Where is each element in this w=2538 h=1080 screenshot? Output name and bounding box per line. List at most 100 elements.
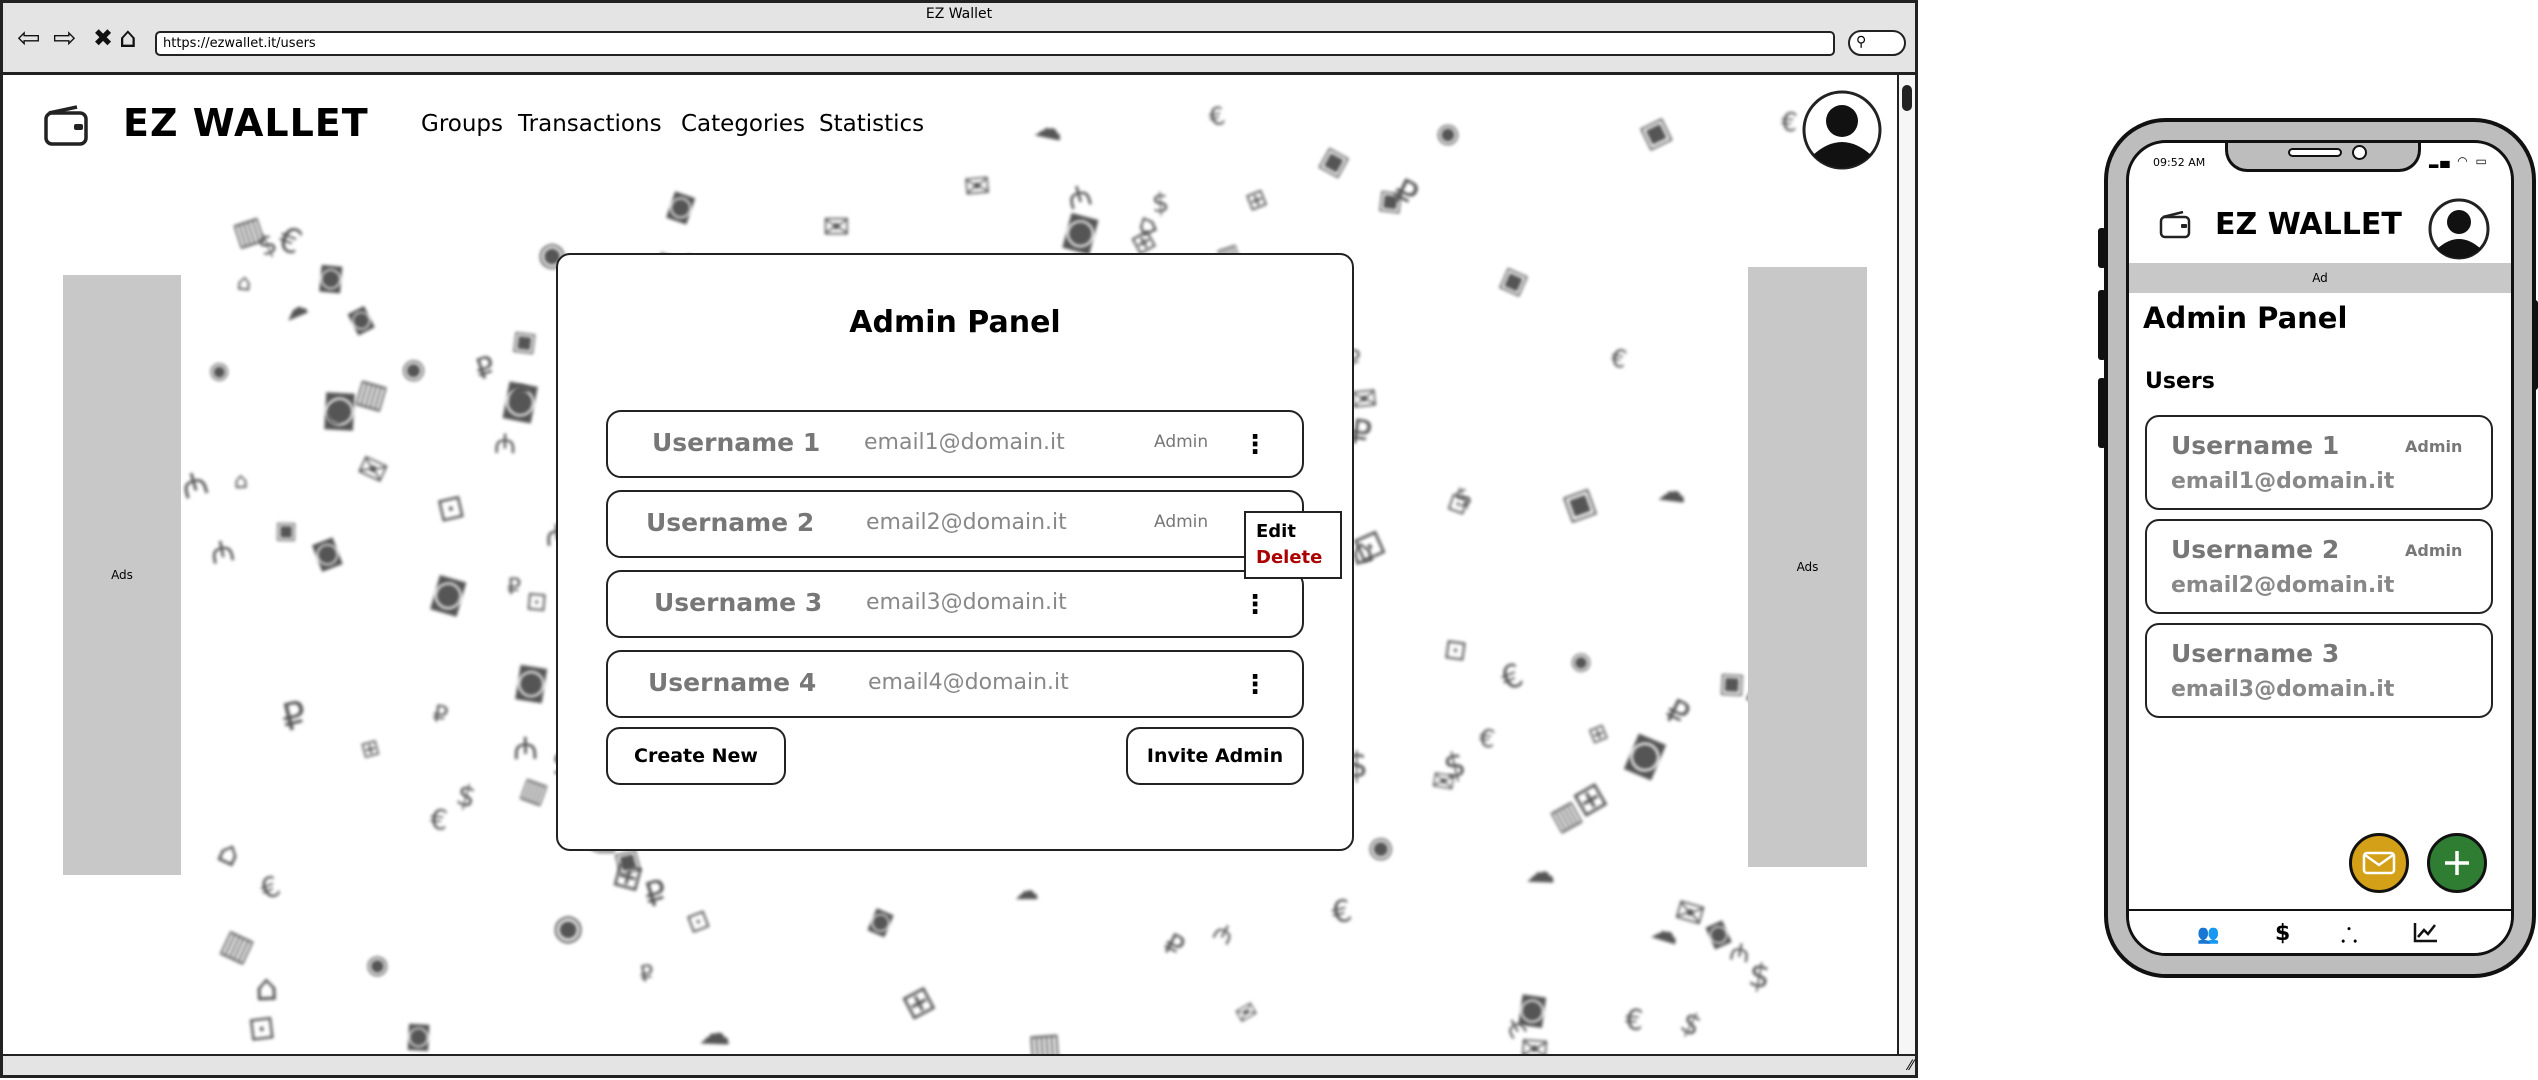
background-symbol-icon: ☁ (501, 369, 534, 405)
nav-statistics[interactable]: Statistics (819, 111, 924, 137)
scroll-thumb[interactable] (1902, 85, 1912, 111)
background-symbol-icon: $ (1675, 1004, 1708, 1044)
user-email: email1@domain.it (864, 430, 1065, 455)
mail-icon (2362, 851, 2396, 875)
user-card[interactable]: Username 3 email3@domain.it (2145, 623, 2493, 718)
username: Username 1 (652, 428, 821, 457)
background-symbol-icon: ✉ (1518, 1029, 1550, 1055)
avatar[interactable] (1801, 89, 1883, 171)
background-symbol-icon: ◙ (308, 532, 346, 573)
background-symbol-icon: ☁ (698, 1013, 732, 1053)
menu-item-delete[interactable]: Delete (1256, 547, 1322, 568)
background-symbol-icon: ₽ (470, 348, 500, 387)
ad-right[interactable]: Ads (1748, 267, 1867, 867)
background-symbol-icon: ▥ (1544, 792, 1588, 839)
background-symbol-icon: ☁ (1525, 854, 1557, 890)
background-symbol-icon: $ (1450, 480, 1477, 515)
menu-item-edit[interactable]: Edit (1256, 521, 1296, 542)
resize-grip-icon[interactable]: ⁄⁄ (1908, 1058, 1913, 1074)
back-arrow-icon[interactable]: ⇦ (17, 23, 40, 53)
background-symbol-icon: ⌂ (1131, 204, 1163, 244)
background-symbol-icon: ⊡ (524, 584, 549, 617)
background-symbol-icon: ₼ (1727, 936, 1753, 969)
ad-left[interactable]: Ads (63, 275, 181, 875)
background-symbol-icon: $ (453, 777, 481, 816)
background-symbol-icon: ₽ (431, 698, 451, 729)
background-symbol-icon: € (428, 803, 449, 837)
more-options-icon[interactable]: ⋮ (1242, 430, 1268, 460)
background-symbol-icon: € (1624, 1002, 1645, 1038)
username: Username 2 (646, 508, 815, 537)
background-symbol-icon: ₽ (1659, 691, 1696, 735)
user-card[interactable]: Username 2 Admin email2@domain.it (2145, 519, 2493, 614)
background-symbol-icon: € (1206, 100, 1229, 133)
user-email: email3@domain.it (2171, 677, 2395, 702)
close-icon[interactable]: ✖ (93, 23, 113, 53)
statistics-icon[interactable] (2413, 921, 2439, 949)
background-symbol-icon: € (1476, 723, 1497, 754)
background-symbol-icon: ⊡ (1442, 632, 1470, 667)
background-symbol-icon: ◉ (1567, 644, 1596, 678)
background-symbol-icon: ▥ (350, 370, 392, 417)
browser-window: EZ Wallet ⇦ ⇨ ✖ ⌂ https://ezwallet.it/us… (0, 0, 1918, 1078)
username: Username 2 (2171, 535, 2340, 564)
user-row[interactable]: Username 4 email4@domain.it ⋮ (606, 650, 1304, 718)
user-row[interactable]: Username 1 email1@domain.it Admin ⋮ (606, 410, 1304, 478)
nav-categories[interactable]: Categories (681, 111, 805, 137)
background-symbol-icon: ☁ (1647, 911, 1685, 952)
user-row[interactable]: Username 2 email2@domain.it Admin (606, 490, 1304, 558)
home-icon[interactable]: ⌂ (119, 23, 137, 53)
invite-admin-button[interactable]: Invite Admin (1126, 727, 1304, 785)
wallet-logo-icon (44, 105, 88, 146)
background-symbol-icon: ☁ (278, 290, 313, 327)
user-row[interactable]: Username 3 email3@domain.it ⋮ (606, 570, 1304, 638)
more-options-icon[interactable]: ⋮ (1242, 590, 1268, 620)
background-symbol-icon: ◙ (405, 1020, 432, 1053)
background-symbol-icon: ✉ (1670, 891, 1710, 938)
search-button[interactable]: ⚲ (1848, 30, 1906, 56)
background-symbol-icon: ◙ (1059, 207, 1104, 257)
username: Username 3 (654, 588, 823, 617)
search-icon: ⚲ (1856, 34, 1867, 50)
avatar[interactable] (2427, 197, 2491, 261)
dollar-icon[interactable]: $ (2275, 921, 2290, 946)
create-new-button[interactable]: Create New (606, 727, 786, 785)
background-symbol-icon: ₼ (177, 462, 213, 507)
categories-icon[interactable]: ⸫ (2341, 921, 2357, 948)
groups-icon[interactable]: 👥 (2197, 924, 2219, 945)
nav-groups[interactable]: Groups (421, 111, 503, 137)
background-symbol-icon: € (1328, 893, 1356, 932)
plus-icon (2445, 851, 2469, 875)
mail-fab-button[interactable] (2349, 833, 2409, 893)
brand-name: EZ WALLET (2215, 207, 2402, 242)
background-symbol-icon: ⌂ (235, 269, 253, 297)
more-options-icon[interactable]: ⋮ (1242, 670, 1268, 700)
add-fab-button[interactable] (2427, 833, 2487, 893)
nav-transactions[interactable]: Transactions (518, 111, 662, 137)
background-symbol-icon: ▥ (215, 920, 261, 970)
background-symbol-icon: ◙ (511, 659, 551, 705)
background-symbol-icon: $ (1440, 744, 1470, 787)
ad-banner[interactable]: Ad (2129, 263, 2511, 293)
background-symbol-icon: ▣ (1718, 666, 1746, 700)
status-icons: ▂▄ ◠ ▭ (2429, 154, 2489, 168)
url-bar[interactable]: https://ezwallet.it/users (155, 31, 1835, 56)
background-symbol-icon: ⌂ (233, 468, 249, 495)
user-email: email3@domain.it (866, 590, 1067, 615)
user-email: email2@domain.it (866, 510, 1067, 535)
background-symbol-icon: ₼ (1062, 177, 1096, 218)
vertical-scrollbar[interactable] (1897, 75, 1915, 1055)
section-title: Users (2145, 369, 2215, 394)
phone-notch (2225, 143, 2421, 172)
user-card[interactable]: Username 1 Admin email1@domain.it (2145, 415, 2493, 510)
background-symbol-icon: ◉ (1363, 826, 1401, 869)
background-symbol-icon: ◉ (207, 356, 232, 386)
background-symbol-icon: € (1779, 107, 1798, 139)
background-symbol-icon: € (325, 401, 343, 432)
background-symbol-icon: ▣ (1376, 183, 1406, 218)
browser-status-bar: ⁄⁄ (3, 1054, 1915, 1075)
background-symbol-icon: ✉ (962, 167, 992, 206)
background-symbol-icon: ⊞ (1584, 718, 1612, 750)
forward-arrow-icon[interactable]: ⇨ (53, 23, 76, 53)
background-symbol-icon: ◉ (365, 950, 389, 981)
